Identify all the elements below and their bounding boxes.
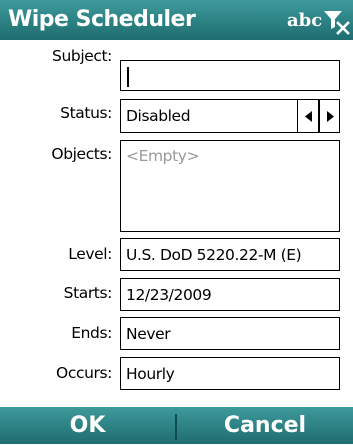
ends-label: Ends: [71, 324, 112, 342]
ends-field[interactable]: Never [120, 317, 340, 350]
close-icon[interactable] [322, 7, 350, 35]
occurs-select[interactable]: Hourly [120, 357, 340, 390]
objects-placeholder: <Empty> [126, 147, 200, 165]
status-next-button[interactable] [318, 99, 340, 133]
starts-value: 12/23/2009 [126, 286, 212, 304]
objects-label: Objects: [51, 145, 112, 163]
subject-label: Subject: [52, 47, 112, 65]
level-label: Level: [68, 245, 112, 263]
triangle-left-icon [305, 111, 312, 122]
wipe-scheduler-form: Subject: Status: Disabled Objects: <Empt… [0, 40, 353, 407]
ok-softkey[interactable]: OK [0, 407, 175, 444]
status-select[interactable]: Disabled [120, 99, 340, 133]
title-bar: Wipe Scheduler abc [0, 0, 353, 40]
cancel-softkey[interactable]: Cancel [177, 407, 353, 444]
softkey-bar: OK Cancel [0, 407, 353, 444]
status-label: Status: [60, 104, 112, 122]
level-value: U.S. DoD 5220.22-M (E) [126, 246, 302, 264]
starts-label: Starts: [63, 284, 113, 302]
occurs-label: Occurs: [56, 364, 112, 382]
status-value: Disabled [126, 107, 191, 125]
occurs-value: Hourly [126, 365, 175, 383]
starts-field[interactable]: 12/23/2009 [120, 278, 340, 311]
ends-value: Never [126, 325, 171, 343]
subject-input[interactable] [120, 60, 340, 91]
input-mode-indicator[interactable]: abc [287, 0, 322, 40]
objects-list[interactable]: <Empty> [120, 140, 340, 232]
triangle-right-icon [327, 111, 334, 122]
window-title: Wipe Scheduler [8, 7, 196, 32]
level-select[interactable]: U.S. DoD 5220.22-M (E) [120, 238, 340, 271]
text-caret [127, 67, 129, 87]
status-previous-button[interactable] [297, 99, 320, 133]
